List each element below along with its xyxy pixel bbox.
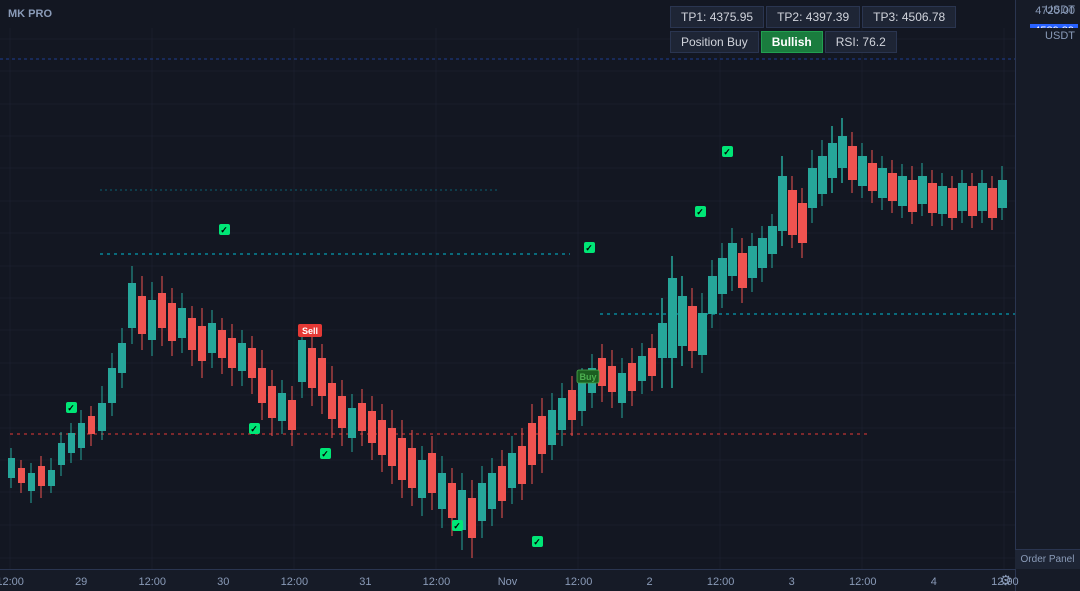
tp1-cell: TP1: 4375.95	[670, 6, 764, 28]
time-label: 29	[75, 576, 87, 588]
svg-text:✓: ✓	[723, 147, 731, 157]
usdt-label: USDT	[1016, 28, 1080, 44]
time-label: 4	[931, 576, 937, 588]
price-axis: USDT	[1015, 28, 1080, 569]
app-title: MK PRO	[8, 8, 52, 20]
time-label: 12:00	[281, 576, 309, 588]
time-label: 12:00	[565, 576, 593, 588]
chart-area: Sell Buy ✓ ✓ ✓ ✓ ✓ ✓ ✓ ✓ ✓	[0, 28, 1015, 569]
info-panel: TP1: 4375.95 TP2: 4397.39 TP3: 4506.78 P…	[670, 6, 956, 53]
signal-row: Position Buy Bullish RSI: 76.2	[670, 31, 956, 53]
time-label: 12:00	[423, 576, 451, 588]
time-label: 30	[217, 576, 229, 588]
bullish-cell: Bullish	[761, 31, 823, 53]
time-label: 12:00	[0, 576, 24, 588]
time-label: 12:00	[849, 576, 877, 588]
time-label: 31	[359, 576, 371, 588]
svg-text:✓: ✓	[696, 207, 704, 217]
svg-text:✓: ✓	[585, 243, 593, 253]
tp2-cell: TP2: 4397.39	[766, 6, 860, 28]
rsi-cell: RSI: 76.2	[825, 31, 897, 53]
tp3-cell: TP3: 4506.78	[862, 6, 956, 28]
time-label: 12:00	[707, 576, 735, 588]
svg-text:✓: ✓	[533, 537, 541, 547]
svg-text:✓: ✓	[220, 225, 228, 235]
settings-icon[interactable]: ⚙	[999, 572, 1012, 589]
order-panel-button[interactable]: Order Panel	[1015, 549, 1080, 569]
time-label: 3	[789, 576, 795, 588]
time-label: Nov	[498, 576, 518, 588]
time-axis: 12:00 29 12:00 30 12:00 31 12:00 Nov 12:00 2 12:00…	[0, 569, 1015, 591]
svg-text:Buy: Buy	[579, 372, 596, 382]
position-cell: Position Buy	[670, 31, 759, 53]
svg-text:✓: ✓	[321, 449, 329, 459]
time-label: 12:00	[138, 576, 166, 588]
time-label: 2	[647, 576, 653, 588]
svg-text:✓: ✓	[250, 424, 258, 434]
svg-text:✓: ✓	[453, 521, 461, 531]
svg-text:Sell: Sell	[302, 326, 318, 336]
tp-row: TP1: 4375.95 TP2: 4397.39 TP3: 4506.78	[670, 6, 956, 28]
svg-text:✓: ✓	[67, 403, 75, 413]
